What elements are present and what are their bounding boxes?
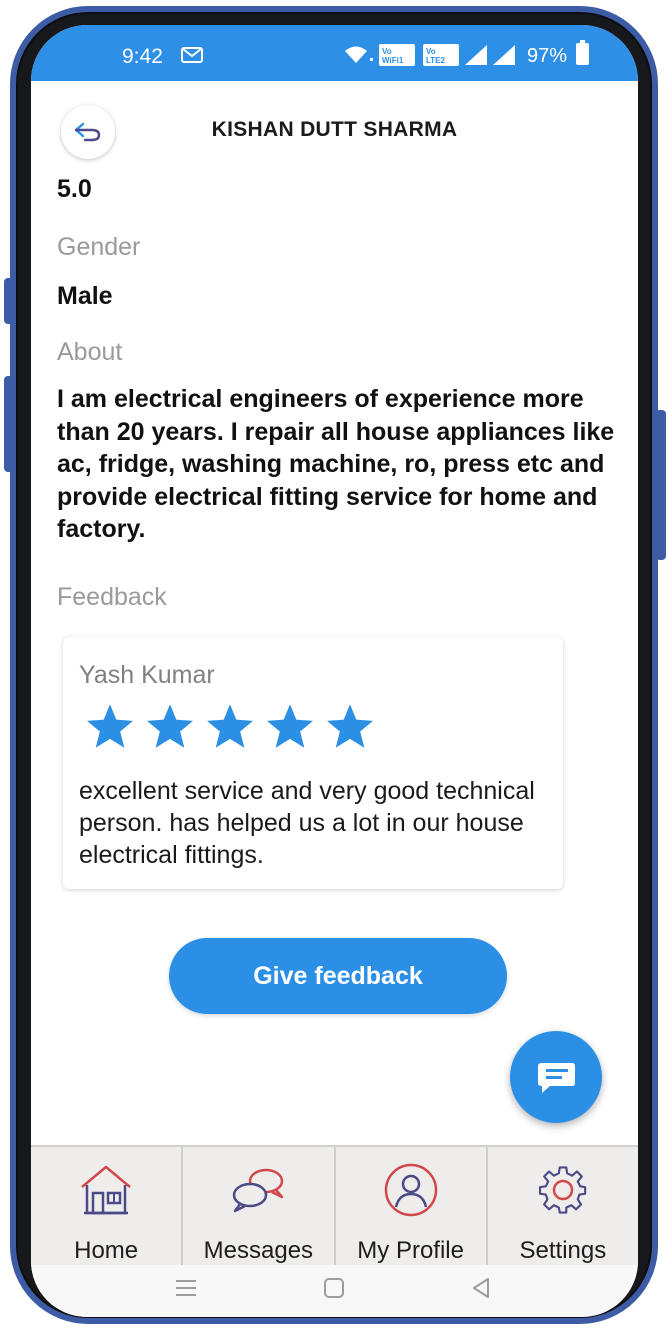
status-time: 9:42	[122, 45, 163, 68]
battery-icon	[576, 40, 589, 65]
give-feedback-button[interactable]: Give feedback	[169, 938, 507, 1014]
nav-label-my-profile: My Profile	[357, 1237, 464, 1264]
volume-down-button	[4, 376, 14, 472]
svg-text:Vo: Vo	[382, 47, 392, 56]
battery-percent: 97%	[527, 45, 568, 67]
nav-item-messages[interactable]: Messages	[183, 1147, 336, 1265]
power-button	[656, 410, 666, 560]
mail-notification-icon	[181, 47, 203, 63]
review-text: excellent service and very good technica…	[79, 777, 535, 869]
system-navigation-bar	[31, 1265, 638, 1317]
profile-header: KISHAN DUTT SHARMA	[31, 81, 638, 181]
nav-item-my-profile[interactable]: My Profile	[336, 1147, 488, 1265]
home-icon	[81, 1165, 131, 1215]
volume-up-button	[4, 278, 14, 324]
bottom-navigation: Home Messages My Profile Settings	[31, 1145, 638, 1265]
home-square-icon[interactable]	[321, 1275, 347, 1301]
about-label: About	[57, 338, 123, 366]
star-icon	[147, 704, 193, 748]
status-bar: 9:42 Vo WiFi1 Vo LTE2 97%	[31, 25, 638, 81]
nav-item-home[interactable]: Home	[31, 1147, 184, 1265]
back-arrow-icon	[74, 122, 101, 142]
gender-label: Gender	[57, 233, 141, 261]
signal-status-icons: Vo WiFi1 Vo LTE2	[345, 44, 515, 66]
about-text: I am electrical engineers of experience …	[57, 385, 615, 543]
profile-icon	[384, 1163, 437, 1217]
svg-text:Vo: Vo	[426, 47, 436, 56]
star-icon	[327, 704, 373, 748]
svg-text:LTE2: LTE2	[426, 56, 446, 65]
messages-icon	[233, 1168, 284, 1213]
svg-text:WiFi1: WiFi1	[382, 56, 404, 65]
phone-screen: 9:42 Vo WiFi1 Vo LTE2 97% KISHAN DUTT SH…	[31, 25, 638, 1317]
chat-icon	[538, 1063, 575, 1093]
nav-label-messages: Messages	[203, 1237, 314, 1264]
menu-icon[interactable]	[173, 1275, 199, 1301]
back-triangle-icon[interactable]	[468, 1275, 494, 1301]
star-icon	[87, 704, 133, 748]
page-title: KISHAN DUTT SHARMA	[211, 118, 458, 141]
nav-item-settings[interactable]: Settings	[488, 1147, 638, 1265]
reviewer-name: Yash Kumar	[79, 661, 215, 689]
feedback-card: Yash Kumar excellent service and very go…	[63, 637, 563, 889]
back-button[interactable]	[61, 105, 115, 159]
feedback-label: Feedback	[57, 583, 167, 611]
star-icon	[267, 704, 313, 748]
nav-label-settings: Settings	[519, 1237, 607, 1264]
star-rating	[81, 701, 379, 753]
nav-label-home: Home	[74, 1237, 139, 1264]
rating-value: 5.0	[57, 175, 92, 203]
gender-value: Male	[57, 282, 113, 310]
settings-icon	[538, 1166, 587, 1214]
star-icon	[207, 704, 253, 748]
chat-fab-button[interactable]	[510, 1031, 602, 1123]
